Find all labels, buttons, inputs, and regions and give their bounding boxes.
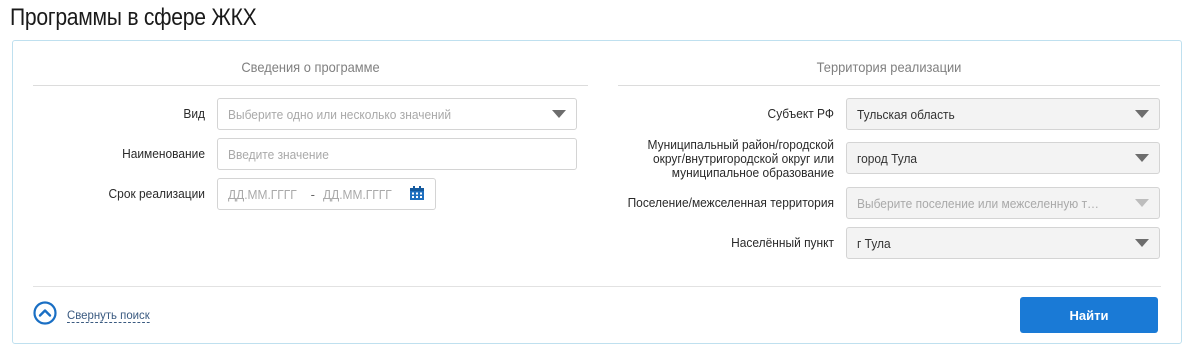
caret-down-icon (1135, 110, 1149, 118)
municipal-select[interactable]: город Тула (846, 142, 1160, 174)
caret-down-icon (1135, 154, 1149, 162)
date-range-separator: - (310, 186, 315, 202)
locality-label: Населённый пункт (731, 235, 834, 250)
period-label: Срок реализации (108, 186, 205, 201)
caret-down-icon (1135, 239, 1149, 247)
section-divider (618, 85, 1160, 86)
collapse-search-toggle[interactable]: Свернуть поиск (33, 301, 154, 330)
search-panel: Сведения о программе Вид Выберите одно и… (12, 40, 1182, 344)
find-button[interactable]: Найти (1020, 297, 1158, 333)
municipal-label-line: муниципальное образование (671, 165, 834, 180)
collapse-search-link[interactable]: Свернуть поиск (67, 308, 150, 323)
settlement-select-placeholder: Выберите поселение или межселенную терр… (857, 195, 1106, 211)
section-divider (33, 85, 588, 86)
settlement-select[interactable]: Выберите поселение или межселенную терр… (846, 187, 1160, 219)
calendar-icon[interactable] (409, 185, 425, 204)
type-select-placeholder: Выберите одно или несколько значений (228, 106, 452, 122)
caret-down-icon (552, 110, 566, 118)
subject-select[interactable]: Тульская область (846, 98, 1160, 130)
name-input[interactable]: Введите значение (217, 138, 577, 170)
caret-down-icon (1135, 199, 1149, 207)
period-date-range[interactable]: ДД.ММ.ГГГГ - ДД.ММ.ГГГГ (217, 178, 436, 210)
municipal-select-value: город Тула (857, 150, 918, 166)
municipal-label-line: округ/внутригородской округ или (653, 151, 834, 166)
municipal-label: Муниципальный район/городской округ/внут… (621, 138, 834, 180)
page-title: Программы в сфере ЖКХ (10, 4, 257, 31)
section-title-program-info: Сведения о программе (241, 59, 380, 75)
municipal-label-line: Муниципальный район/городской (647, 137, 834, 152)
type-select[interactable]: Выберите одно или несколько значений (217, 98, 577, 130)
date-from-placeholder[interactable]: ДД.ММ.ГГГГ (228, 187, 297, 202)
subject-select-value: Тульская область (857, 106, 955, 122)
locality-select-value: г Тула (857, 235, 891, 251)
name-label: Наименование (122, 146, 205, 161)
name-input-placeholder: Введите значение (228, 146, 329, 162)
section-title-territory: Территория реализации (816, 59, 962, 75)
chevron-up-circle-icon[interactable] (33, 301, 57, 330)
settlement-label: Поселение/межселенная территория (627, 195, 834, 210)
locality-select[interactable]: г Тула (846, 227, 1160, 259)
footer-divider (33, 286, 1161, 287)
type-label: Вид (183, 106, 205, 121)
subject-label: Субъект РФ (767, 106, 834, 121)
date-to-placeholder[interactable]: ДД.ММ.ГГГГ (323, 187, 392, 202)
